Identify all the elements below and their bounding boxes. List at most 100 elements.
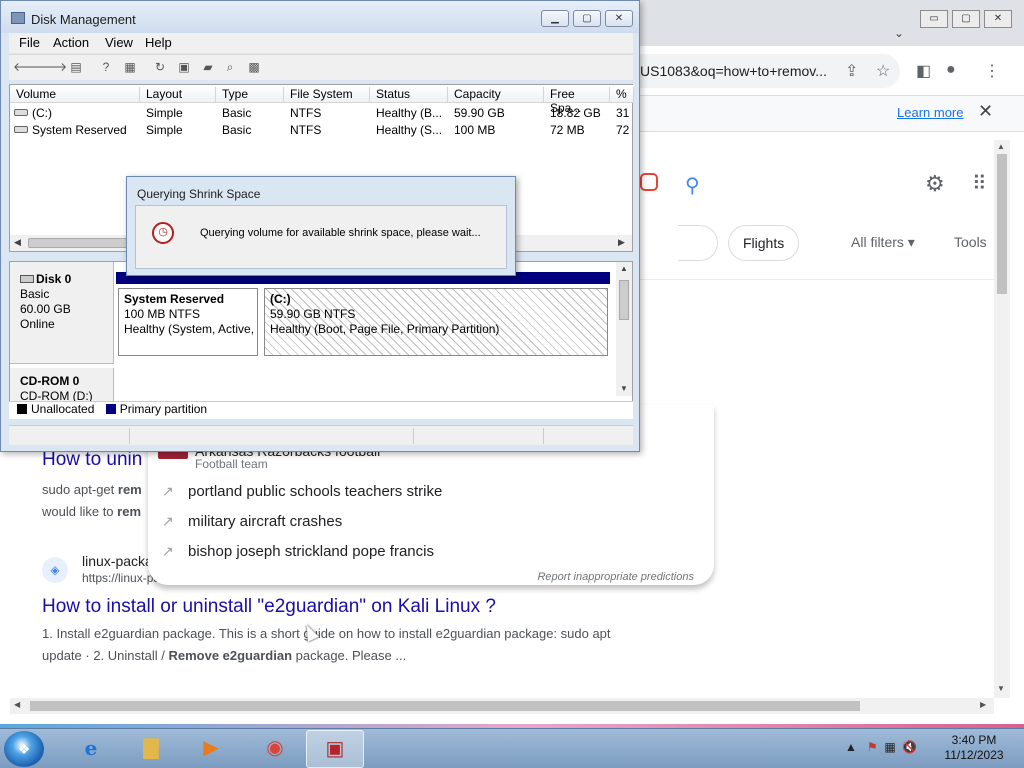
suggestion-item[interactable]: ↗ portland public schools teachers strike [162, 483, 442, 503]
menu-view[interactable]: View [105, 35, 133, 50]
suggestion-item[interactable]: ↗ bishop joseph strickland pope francis [162, 543, 434, 563]
disk-properties-icon[interactable]: ▩ [245, 59, 263, 76]
console-tree-icon[interactable]: ▤ [67, 59, 85, 76]
filter-chip-previous[interactable] [678, 225, 718, 261]
disk-graphical-view: Disk 0 Basic 60.00 GB Online System Rese… [9, 261, 633, 419]
scroll-thumb[interactable] [30, 701, 860, 711]
result-2-title[interactable]: How to install or uninstall "e2guardian"… [42, 596, 496, 618]
report-predictions-link[interactable]: Report inappropriate predictions [537, 571, 694, 583]
result-1-title[interactable]: How to unin [42, 449, 142, 471]
partition-system-reserved[interactable]: System Reserved 100 MB NTFS Healthy (Sys… [118, 288, 258, 356]
dm-window-title: Disk Management [31, 12, 136, 27]
side-panel-icon[interactable]: ◧ [916, 61, 931, 81]
scroll-left-arrow-icon[interactable]: ◀ [14, 700, 20, 709]
forward-arrow-icon[interactable]: 🡒 [35, 59, 67, 76]
partition-size: 59.90 GB NTFS [270, 307, 356, 321]
disk-0-state: Online [20, 317, 55, 331]
help-icon[interactable]: ? [97, 59, 115, 76]
partition-c-drive[interactable]: (C:) 59.90 GB NTFS Healthy (Boot, Page F… [264, 288, 608, 356]
legend-primary: Primary partition [119, 402, 208, 416]
scroll-left-arrow-icon[interactable]: ◀ [14, 237, 21, 248]
dm-window-controls: ▁ ▢ ✕ [541, 10, 633, 27]
column-header-percent-free[interactable]: % F [610, 87, 634, 103]
page-horizontal-scrollbar[interactable]: ◀ ▶ [10, 698, 994, 714]
menu-action[interactable]: Action [53, 35, 89, 50]
profile-avatar-icon[interactable]: ● [946, 61, 956, 79]
scroll-right-arrow-icon[interactable]: ▶ [618, 237, 625, 248]
network-icon[interactable]: ▦ [884, 740, 895, 754]
all-filters-dropdown[interactable]: All filters ▾ [851, 234, 915, 251]
search-icon[interactable]: ⌕ [221, 59, 239, 76]
scroll-up-arrow-icon[interactable]: ▲ [997, 142, 1005, 151]
column-header-layout[interactable]: Layout [140, 87, 216, 103]
column-header-filesystem[interactable]: File System [284, 87, 370, 103]
menu-file[interactable]: File [19, 35, 40, 50]
filter-chip-flights[interactable]: Flights [728, 225, 800, 261]
cell-capacity: 100 MB [454, 123, 496, 137]
google-lens-icon[interactable] [640, 173, 658, 191]
dm-close-button[interactable]: ✕ [605, 10, 633, 27]
infobar-close-icon[interactable]: ✕ [978, 101, 993, 122]
disk-management-taskbar-icon[interactable]: ▣ [306, 730, 364, 768]
dm-maximize-button[interactable]: ▢ [573, 10, 601, 27]
bookmark-star-icon[interactable]: ☆ [876, 61, 890, 81]
disk-0-label[interactable]: Disk 0 Basic 60.00 GB Online [10, 262, 114, 364]
share-icon[interactable]: ⇪ [845, 61, 858, 81]
result-2-url[interactable]: https://linux-pa [82, 571, 160, 585]
dm-titlebar[interactable]: Disk Management ▁ ▢ ✕ [1, 1, 639, 33]
learn-more-link[interactable]: Learn more [897, 105, 963, 120]
column-header-type[interactable]: Type [216, 87, 284, 103]
scroll-down-arrow-icon[interactable]: ▼ [620, 384, 628, 393]
trending-icon: ↗ [162, 483, 174, 499]
dm-statusbar [9, 425, 633, 445]
column-header-freespace[interactable]: Free Spa... [544, 87, 610, 115]
legend-unallocated: Unallocated [31, 402, 95, 416]
clock[interactable]: 3:40 PM 11/12/2023 [942, 733, 1006, 763]
chrome-close-button[interactable]: ✕ [984, 10, 1012, 28]
show-hidden-icons-icon[interactable]: ▲ [845, 740, 857, 754]
result-2-snippet: 1. Install e2guardian package. This is a… [42, 623, 642, 667]
dm-menubar: File Action View Help [9, 33, 633, 53]
start-button[interactable]: ❖ [4, 731, 44, 767]
scroll-right-arrow-icon[interactable]: ▶ [980, 700, 986, 709]
result-1-snippet-c: would like to [42, 504, 118, 519]
media-player-icon[interactable]: ▶ [182, 730, 240, 768]
drive-icon [14, 109, 28, 116]
cell-volume: (C:) [32, 106, 52, 120]
action-center-icon[interactable]: ⚑ [867, 740, 878, 754]
table-row[interactable]: (C:) Simple Basic NTFS Healthy (B... 59.… [10, 105, 634, 121]
scroll-thumb[interactable] [997, 154, 1007, 294]
search-icon[interactable]: ⚲ [685, 173, 700, 198]
chrome-maximize-button[interactable]: ▢ [952, 10, 980, 28]
suggestion-item[interactable]: ↗ military aircraft crashes [162, 513, 342, 533]
volume-muted-icon[interactable]: 🔇 [902, 740, 917, 754]
table-row[interactable]: System Reserved Simple Basic NTFS Health… [10, 122, 634, 138]
result-2-site-name[interactable]: linux-packa [82, 553, 153, 569]
dm-minimize-button[interactable]: ▁ [541, 10, 569, 27]
chrome-menu-icon[interactable]: ⋮ [984, 61, 1000, 81]
open-folder-icon[interactable]: ▰ [199, 59, 217, 76]
disk-view-vscrollbar[interactable]: ▲ ▼ [616, 262, 632, 396]
google-apps-icon[interactable]: ⠿ [972, 171, 987, 196]
refresh-icon[interactable]: ↻ [151, 59, 169, 76]
file-explorer-icon[interactable]: ▇ [122, 730, 180, 768]
rescan-disks-icon[interactable]: ▣ [175, 59, 193, 76]
address-bar-text[interactable]: US1083&oq=how+to+remov... [640, 63, 827, 79]
menu-help[interactable]: Help [145, 35, 172, 50]
column-header-status[interactable]: Status [370, 87, 448, 103]
chrome-minimize-button[interactable]: ▭ [920, 10, 948, 28]
column-header-volume[interactable]: Volume [10, 87, 140, 103]
properties-icon[interactable]: ▦ [121, 59, 139, 76]
taskbar: ❖ e ▇ ▶ ◉ ▣ ▲ ⚑ ▦ 🔇 3:40 PM 11/12/2023 [0, 728, 1024, 768]
internet-explorer-icon[interactable]: e [62, 730, 120, 768]
settings-gear-icon[interactable]: ⚙ [925, 171, 945, 197]
tools-button[interactable]: Tools [954, 234, 987, 250]
page-vertical-scrollbar[interactable]: ▲ ▼ [994, 140, 1010, 698]
back-arrow-icon[interactable]: 🡐 [13, 59, 45, 76]
chrome-taskbar-icon[interactable]: ◉ [246, 730, 304, 768]
scroll-up-arrow-icon[interactable]: ▲ [620, 264, 628, 273]
tab-search-chevron-icon[interactable]: ⌄ [894, 26, 904, 40]
scroll-down-arrow-icon[interactable]: ▼ [997, 684, 1005, 693]
column-header-capacity[interactable]: Capacity [448, 87, 544, 103]
scroll-thumb[interactable] [619, 280, 629, 320]
